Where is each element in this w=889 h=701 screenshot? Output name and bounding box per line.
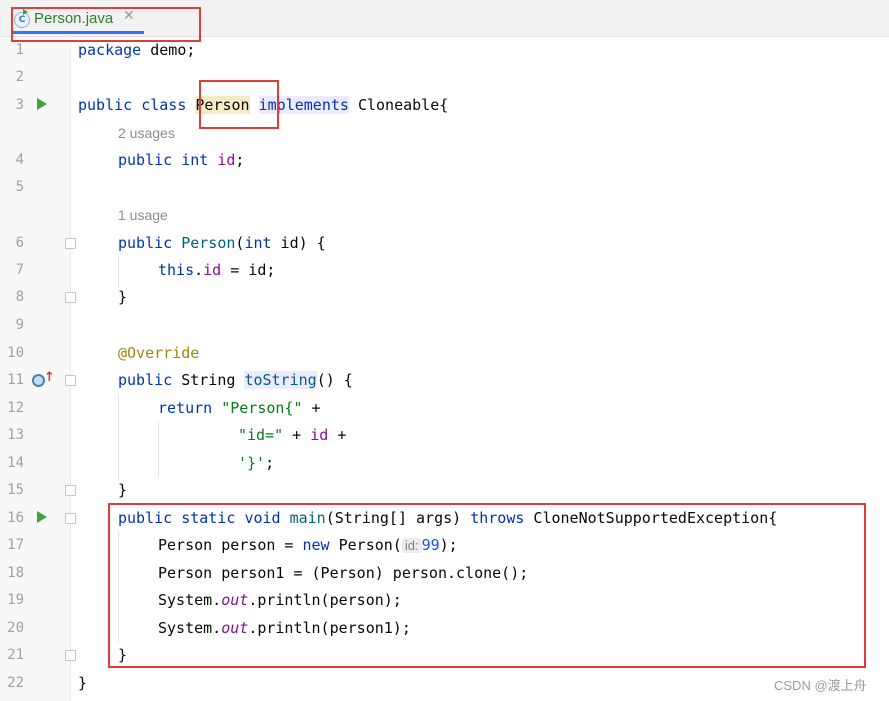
code-line-10[interactable]: @Override — [118, 344, 199, 362]
line-number: 7 — [15, 262, 24, 278]
interface-name: Cloneable{ — [357, 96, 449, 114]
keyword: class — [141, 96, 187, 114]
line-number: 21 — [7, 647, 24, 663]
code-line-15[interactable]: } — [118, 481, 127, 499]
line-number: 19 — [7, 592, 24, 608]
constructor-name: Person — [181, 234, 236, 252]
code-line-4[interactable]: public int id; — [118, 151, 244, 169]
fold-icon[interactable] — [65, 292, 76, 303]
return-type: String — [172, 371, 245, 389]
field-name: id — [217, 151, 236, 169]
line-number: 15 — [7, 482, 24, 498]
line-number: 4 — [15, 152, 24, 168]
keyword: public — [78, 96, 133, 114]
assignment: = id; — [221, 261, 276, 279]
code-line-13[interactable]: "id=" + id + — [238, 426, 346, 444]
keyword: this — [158, 261, 195, 279]
line-number: 3 — [15, 97, 24, 113]
class-name-highlight-box — [199, 80, 279, 129]
method-name: toString — [244, 371, 317, 389]
run-class-icon[interactable] — [37, 98, 47, 110]
tab-highlight-box — [11, 7, 201, 42]
keyword: return — [158, 399, 213, 417]
package-name: demo; — [141, 41, 196, 59]
code-line-14[interactable]: '}'; — [238, 454, 274, 472]
line-number: 14 — [7, 455, 24, 471]
run-main-icon[interactable] — [37, 511, 47, 523]
punct: ; — [265, 454, 275, 472]
punct: ; — [235, 151, 245, 169]
indent-guide — [118, 394, 119, 480]
line-number: 22 — [7, 675, 24, 691]
keyword: public — [118, 151, 173, 169]
operator: + — [302, 399, 321, 417]
up-arrow-icon[interactable]: ↑ — [44, 370, 55, 385]
field-name: id — [310, 426, 329, 444]
code-line-12[interactable]: return "Person{" + — [158, 399, 321, 417]
main-method-highlight-box — [108, 503, 866, 668]
keyword: public — [118, 371, 173, 389]
char-literal: '}' — [238, 454, 266, 472]
usages-hint[interactable]: 2 usages — [118, 125, 175, 141]
fold-icon[interactable] — [65, 238, 76, 249]
fold-icon[interactable] — [65, 485, 76, 496]
line-number: 18 — [7, 565, 24, 581]
fold-icon[interactable] — [65, 375, 76, 386]
punct: () { — [316, 371, 353, 389]
line-number: 12 — [7, 400, 24, 416]
string-literal: "id=" — [238, 426, 284, 444]
fold-icon[interactable] — [65, 513, 76, 524]
indent-guide — [118, 256, 119, 288]
line-number: 20 — [7, 620, 24, 636]
line-number: 16 — [7, 510, 24, 526]
line-number: 10 — [7, 345, 24, 361]
field-name: id — [203, 261, 222, 279]
code-line-1[interactable]: package demo; — [78, 41, 195, 59]
keyword: int — [244, 234, 272, 252]
line-number: 9 — [15, 317, 24, 333]
code-line-11[interactable]: public String toString() { — [118, 371, 353, 389]
code-line-22[interactable]: } — [78, 674, 87, 692]
params: id) { — [271, 234, 326, 252]
keyword: package — [78, 41, 142, 59]
line-number: 6 — [15, 235, 24, 251]
fold-icon[interactable] — [65, 650, 76, 661]
line-number: 17 — [7, 537, 24, 553]
code-line-8[interactable]: } — [118, 288, 127, 306]
usages-hint[interactable]: 1 usage — [118, 207, 168, 223]
keyword: public — [118, 234, 173, 252]
indent-guide — [158, 422, 159, 478]
line-number: 2 — [15, 69, 24, 85]
line-number: 1 — [15, 42, 24, 58]
line-number: 5 — [15, 179, 24, 195]
watermark: CSDN @渡上舟 — [774, 678, 867, 693]
code-line-6[interactable]: public Person(int id) { — [118, 234, 326, 252]
keyword: int — [181, 151, 209, 169]
line-number: 13 — [7, 427, 24, 443]
punct: . — [194, 261, 204, 279]
operator: + — [283, 426, 311, 444]
line-number: 11 — [7, 372, 24, 388]
string-literal: "Person{" — [221, 399, 303, 417]
code-line-7[interactable]: this.id = id; — [158, 261, 275, 279]
line-number: 8 — [15, 289, 24, 305]
operator: + — [328, 426, 347, 444]
